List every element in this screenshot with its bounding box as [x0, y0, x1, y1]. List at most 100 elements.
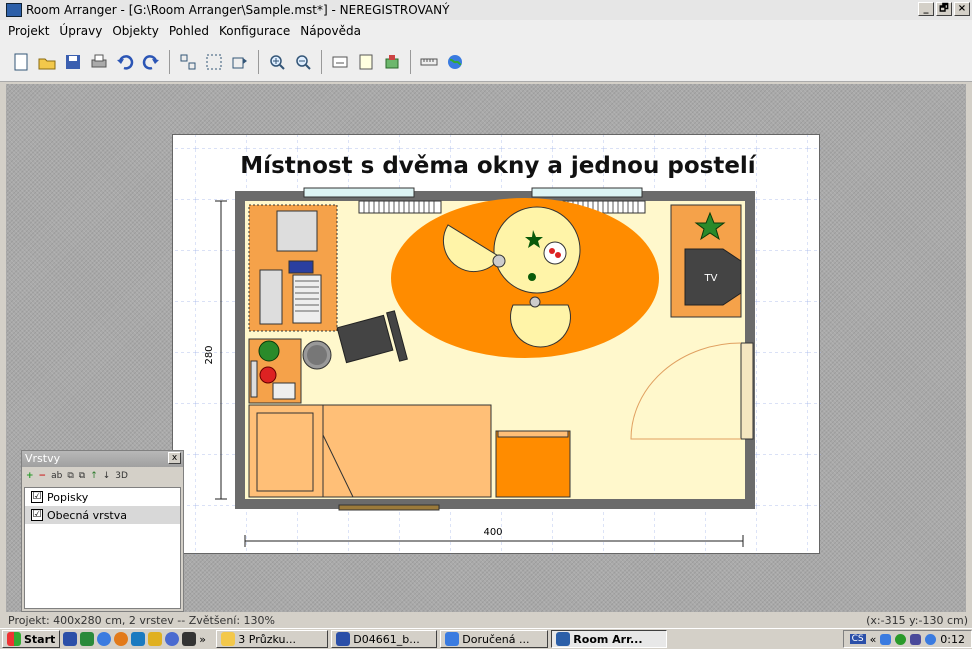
globe-icon[interactable] — [444, 51, 466, 73]
document-icon[interactable] — [355, 51, 377, 73]
lamp[interactable] — [492, 254, 506, 268]
move-down-button[interactable]: ↓ — [103, 471, 111, 481]
round-table[interactable] — [493, 206, 581, 294]
toolbar-separator — [410, 49, 411, 74]
radiator-left[interactable] — [358, 200, 442, 214]
taskbar: Start » 3 Průzku... D04661_b... Doručená… — [0, 628, 972, 649]
layer-item[interactable]: ☑ Popisky — [25, 488, 180, 506]
phone-table[interactable] — [248, 338, 302, 404]
fruit — [555, 252, 561, 258]
task-button[interactable]: 3 Průzku... — [216, 630, 329, 648]
move-up-button[interactable]: ↑ — [90, 471, 98, 481]
window-left[interactable] — [303, 187, 415, 198]
title-bar[interactable]: Room Arranger - [G:\Room Arranger\Sample… — [0, 0, 972, 20]
group-icon[interactable] — [203, 51, 225, 73]
menu-konfigurace[interactable]: Konfigurace — [219, 24, 290, 38]
tray-expand[interactable]: « — [870, 633, 877, 646]
menu-napoveda[interactable]: Nápověda — [300, 24, 361, 38]
menu-objekty[interactable]: Objekty — [112, 24, 159, 38]
layer-label: Popisky — [47, 490, 89, 504]
new-icon[interactable] — [10, 51, 32, 73]
rotate-icon[interactable] — [229, 51, 251, 73]
browser-icon[interactable] — [97, 632, 112, 646]
layer-item[interactable]: ☑ Obecná vrstva — [25, 506, 180, 524]
width-label: 400 — [483, 527, 502, 538]
status-bar: Projekt: 400x280 cm, 2 vrstev -- Zvětšen… — [0, 614, 972, 628]
close-button[interactable]: × — [954, 2, 970, 16]
layer-checkbox[interactable]: ☑ — [31, 509, 43, 521]
tv-cabinet[interactable]: TV — [670, 204, 742, 318]
layers-title: Vrstvy — [25, 452, 61, 465]
plant-small — [528, 273, 536, 281]
fruit-bowl[interactable] — [543, 241, 567, 265]
app-tray-icon[interactable] — [910, 633, 922, 645]
toolbar — [0, 42, 972, 82]
task-label: D04661_b... — [353, 632, 420, 646]
door[interactable] — [740, 342, 754, 440]
office-desk[interactable] — [248, 204, 338, 332]
minimize-button[interactable]: _ — [918, 2, 934, 16]
undo-icon[interactable] — [114, 51, 136, 73]
help-icon[interactable] — [165, 632, 180, 646]
toolbar-separator — [169, 49, 170, 74]
word-icon[interactable] — [63, 632, 78, 646]
paste-layer-button[interactable]: ⧉ — [79, 471, 85, 481]
menu-pohled[interactable]: Pohled — [169, 24, 209, 38]
task-button[interactable]: D04661_b... — [331, 630, 438, 648]
fruit — [549, 248, 555, 254]
print-icon[interactable] — [88, 51, 110, 73]
remove-layer-button[interactable]: − — [39, 471, 47, 481]
layers-title-bar[interactable]: Vrstvy x — [22, 451, 183, 467]
room-plan[interactable]: Místnost s dvěma okny a jednou postelí T… — [173, 135, 821, 555]
system-tray: CS « 0:12 — [842, 630, 972, 648]
network-icon[interactable] — [182, 632, 197, 646]
plan-title: Místnost s dvěma okny a jednou postelí — [240, 153, 757, 179]
network-tray-icon[interactable] — [880, 633, 892, 645]
menu-upravy[interactable]: Úpravy — [59, 24, 102, 38]
toolbar-separator — [321, 49, 322, 74]
add-layer-button[interactable]: + — [26, 471, 34, 481]
bed[interactable] — [248, 404, 492, 498]
3d-button[interactable]: 3D — [115, 471, 128, 481]
excel-icon[interactable] — [80, 632, 95, 646]
export-icon[interactable] — [329, 51, 351, 73]
task-button[interactable]: Doručená ... — [440, 630, 549, 648]
paint-icon[interactable] — [148, 632, 163, 646]
copy-layer-button[interactable]: ⧉ — [67, 471, 73, 481]
align-icon[interactable] — [177, 51, 199, 73]
layer-label: Obecná vrstva — [47, 508, 127, 522]
save-icon[interactable] — [62, 51, 84, 73]
object-icon[interactable] — [381, 51, 403, 73]
help-tray-icon[interactable] — [925, 633, 937, 645]
start-button[interactable]: Start — [2, 630, 61, 648]
firefox-icon[interactable] — [114, 632, 129, 646]
window-bottom[interactable] — [338, 504, 440, 511]
window-title: Room Arranger - [G:\Room Arranger\Sample… — [26, 3, 450, 17]
language-indicator[interactable]: CS — [849, 634, 866, 644]
windows-logo-icon — [7, 632, 21, 646]
window-right[interactable] — [531, 187, 643, 198]
plan-page[interactable]: Místnost s dvěma okny a jednou postelí T… — [172, 134, 821, 555]
start-label: Start — [24, 632, 56, 646]
app-icon — [6, 3, 22, 17]
menu-projekt[interactable]: Projekt — [8, 24, 49, 38]
task-button-active[interactable]: Room Arr... — [551, 630, 668, 648]
clock: 0:12 — [940, 632, 965, 646]
status-project: Projekt: 400x280 cm, 2 vrstev -- Zvětšen… — [8, 614, 275, 627]
app-icon[interactable] — [131, 632, 146, 646]
folder-icon — [221, 632, 236, 646]
layers-close-button[interactable]: x — [168, 452, 181, 464]
redo-icon[interactable] — [140, 51, 162, 73]
layer-checkbox[interactable]: ☑ — [31, 491, 43, 503]
layers-panel[interactable]: Vrstvy x + − ab ⧉ ⧉ ↑ ↓ 3D ☑ Popisky ☑ O… — [21, 450, 184, 612]
lamp[interactable] — [529, 296, 541, 308]
clover-tray-icon[interactable] — [895, 633, 907, 645]
quicklaunch-overflow[interactable]: » — [199, 633, 213, 646]
open-icon[interactable] — [36, 51, 58, 73]
zoom-in-icon[interactable] — [266, 51, 288, 73]
rename-layer-button[interactable]: ab — [51, 471, 62, 481]
nightstand[interactable] — [495, 430, 571, 498]
restore-button[interactable]: 🗗 — [936, 2, 952, 16]
zoom-out-icon[interactable] — [292, 51, 314, 73]
ruler-icon[interactable] — [418, 51, 440, 73]
